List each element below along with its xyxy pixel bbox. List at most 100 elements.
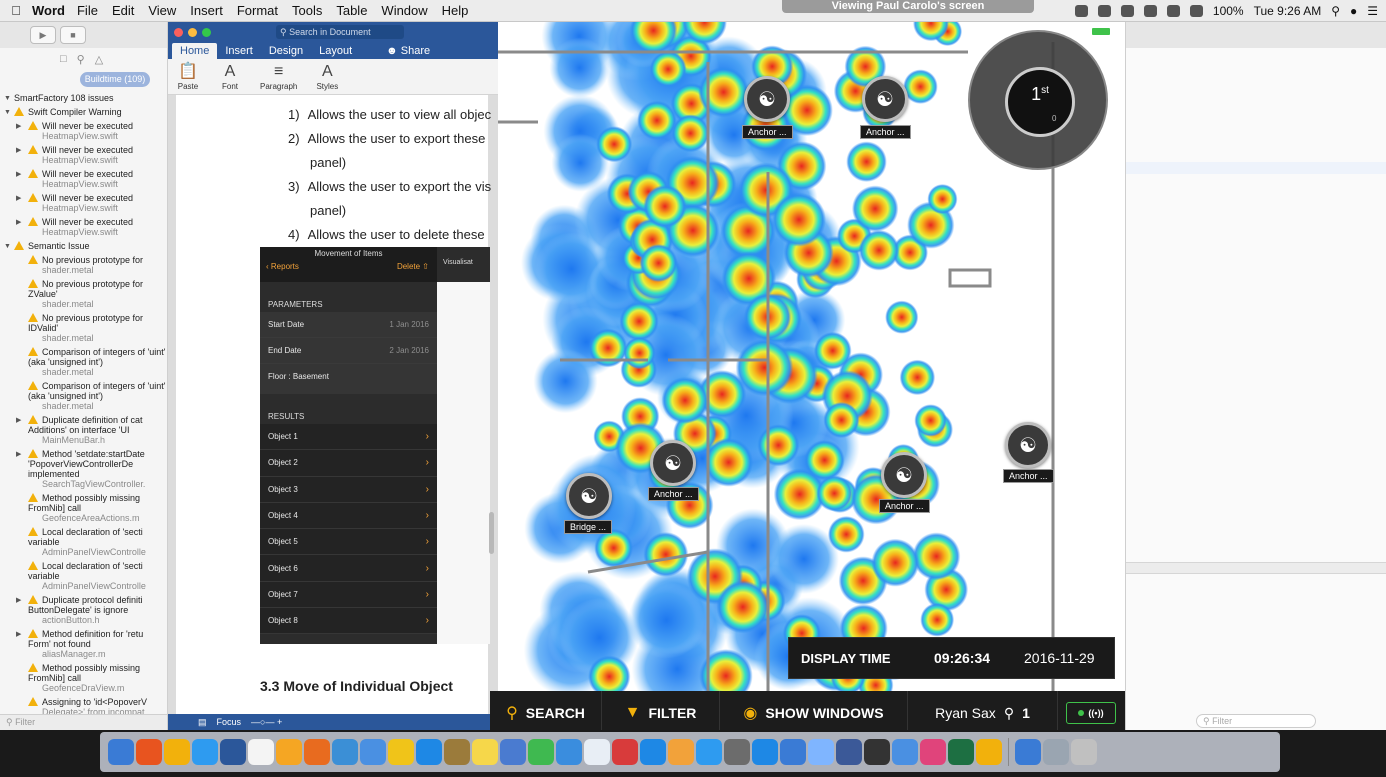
dock-app-icon[interactable] [584, 739, 610, 765]
live-toggle[interactable]: ((•)) [1066, 702, 1116, 724]
dock-app-icon[interactable] [472, 739, 498, 765]
heatmap-view[interactable]: 1st 0 ☯ Anchor ... ☯ Anchor ... ☯ Anchor… [498, 22, 1125, 691]
floor-selector[interactable]: 1st 0 [968, 30, 1108, 170]
issue-item[interactable]: Comparison of integers of 'uint' (aka 'u… [0, 345, 167, 379]
menu-file[interactable]: File [77, 3, 98, 18]
console-filter-input[interactable]: ⚲ Filter [1196, 714, 1316, 728]
issue-item[interactable]: Method possibly missing FromNib] call Geo… [0, 661, 167, 695]
app-menu-word[interactable]: Word [32, 3, 65, 18]
issue-item[interactable]: No previous prototype for ZValue' shader.… [0, 277, 167, 311]
dock-app-icon[interactable] [388, 739, 414, 765]
menu-edit[interactable]: Edit [112, 3, 134, 18]
anchor-label[interactable]: Anchor ... [860, 125, 911, 139]
dock-app-icon[interactable] [360, 739, 386, 765]
menu-window[interactable]: Window [381, 3, 427, 18]
dock-app-icon[interactable] [1043, 739, 1069, 765]
disclosure-icon[interactable]: ▶ [16, 194, 21, 204]
issue-item[interactable]: Local declaration of 'secti variable Admi… [0, 525, 167, 559]
issue-item[interactable]: ▶ Method 'setdate:startDate 'PopoverViewC… [0, 447, 167, 491]
run-button[interactable]: ▶ [30, 26, 56, 44]
tab-insert[interactable]: Insert [217, 43, 261, 59]
paragraph-button[interactable]: ≡ Paragraph [260, 62, 297, 91]
issue-item[interactable]: Comparison of integers of 'uint' (aka 'u… [0, 379, 167, 413]
issue-group[interactable]: ▼ Swift Compiler Warning [0, 105, 167, 119]
issue-item[interactable]: ▶ Will never be executed HeatmapView.swift [0, 143, 167, 167]
share-button[interactable]: ☻ Share [378, 43, 438, 59]
warning-icon[interactable]: △ [95, 53, 103, 66]
anchor-icon[interactable]: ☯ [650, 440, 696, 486]
issue-item[interactable]: ▶ Will never be executed HeatmapView.swift [0, 167, 167, 191]
bridge-icon[interactable]: ☯ [566, 473, 612, 519]
tab-layout[interactable]: Layout [311, 43, 360, 59]
dock-app-icon[interactable] [948, 739, 974, 765]
stop-button[interactable]: ■ [60, 26, 86, 44]
tray-icon[interactable] [1143, 5, 1157, 17]
dock-app-icon[interactable] [668, 739, 694, 765]
filter-button[interactable]: ▼ FILTER [602, 691, 720, 735]
menu-insert[interactable]: Insert [190, 3, 223, 18]
tray-icon[interactable] [1074, 5, 1088, 17]
battery-percent[interactable]: 100% [1213, 4, 1244, 18]
disclosure-icon[interactable]: ▶ [16, 146, 21, 156]
focus-button[interactable]: Focus [217, 717, 242, 727]
dock-app-icon[interactable] [836, 739, 862, 765]
anchor-icon[interactable]: ☯ [1005, 422, 1051, 468]
dock-app-icon[interactable] [1071, 739, 1097, 765]
layout-icon[interactable]: ▤ [198, 717, 207, 728]
user-location[interactable]: Ryan Sax ⚲ 1 [908, 691, 1058, 735]
search-icon[interactable]: ⚲ [77, 53, 85, 66]
issue-item[interactable]: ▶ Method definition for 'retu Form' not f… [0, 627, 167, 661]
xcode-filter[interactable]: ⚲ Filter [0, 714, 167, 730]
dock-app-icon[interactable] [164, 739, 190, 765]
issue-group[interactable]: ▼ Semantic Issue [0, 239, 167, 253]
dock-app-icon[interactable] [976, 739, 1002, 765]
show-windows-button[interactable]: ◉ SHOW WINDOWS [720, 691, 908, 735]
dock-app-icon[interactable] [332, 739, 358, 765]
issue-item[interactable]: ▶ Will never be executed HeatmapView.swift [0, 191, 167, 215]
dock-app-icon[interactable] [640, 739, 666, 765]
dock-app-icon[interactable] [248, 739, 274, 765]
spotlight-icon[interactable]: ⚲ [1331, 4, 1340, 18]
disclosure-icon[interactable]: ▶ [16, 596, 21, 606]
tab-home[interactable]: Home [172, 43, 218, 59]
anchor-icon[interactable]: ☯ [862, 76, 908, 122]
disclosure-icon[interactable]: ▶ [16, 170, 21, 180]
issue-item[interactable]: Local declaration of 'secti variable Admi… [0, 559, 167, 593]
disclosure-icon[interactable]: ▶ [16, 450, 21, 460]
volume-icon[interactable] [1189, 5, 1203, 17]
folder-icon[interactable]: □ [60, 53, 67, 65]
anchor-label[interactable]: Anchor ... [742, 125, 793, 139]
dock-app-icon[interactable] [752, 739, 778, 765]
dock-app-icon[interactable] [808, 739, 834, 765]
font-button[interactable]: A Font [218, 62, 242, 91]
dock-app-icon[interactable] [1015, 739, 1041, 765]
menu-tools[interactable]: Tools [292, 3, 322, 18]
dock-app-icon[interactable] [556, 739, 582, 765]
close-icon[interactable] [174, 27, 183, 37]
dock-app-icon[interactable] [276, 739, 302, 765]
dock-app-icon[interactable] [108, 739, 134, 765]
siri-icon[interactable]: ● [1350, 4, 1357, 18]
menu-format[interactable]: Format [237, 3, 278, 18]
issue-item[interactable]: ▶ Will never be executed HeatmapView.swift [0, 215, 167, 239]
paste-button[interactable]: 📋 Paste [176, 62, 200, 91]
word-scrollbar[interactable] [489, 512, 494, 554]
dock-app-icon[interactable] [444, 739, 470, 765]
dock-app-icon[interactable] [500, 739, 526, 765]
dock-app-icon[interactable] [920, 739, 946, 765]
search-button[interactable]: ⚲ SEARCH [490, 691, 602, 735]
issue-item[interactable]: Method possibly missing FromNib] call Geo… [0, 491, 167, 525]
dock-app-icon[interactable] [696, 739, 722, 765]
notification-center-icon[interactable]: ☰ [1367, 4, 1378, 18]
zoom-slider[interactable]: —○— + [251, 717, 282, 727]
issue-item[interactable]: No previous prototype for shader.metal [0, 253, 167, 277]
dock-app-icon[interactable] [892, 739, 918, 765]
anchor-icon[interactable]: ☯ [881, 452, 927, 498]
apple-icon[interactable]:  [0, 3, 32, 18]
disclosure-icon[interactable]: ▼ [4, 242, 11, 252]
anchor-label[interactable]: Anchor ... [1003, 469, 1054, 483]
dock-app-icon[interactable] [528, 739, 554, 765]
dock-app-icon[interactable] [724, 739, 750, 765]
issue-item[interactable]: ▶ Duplicate protocol definiti ButtonDeleg… [0, 593, 167, 627]
floor-current[interactable]: 1st 0 [1005, 67, 1075, 137]
